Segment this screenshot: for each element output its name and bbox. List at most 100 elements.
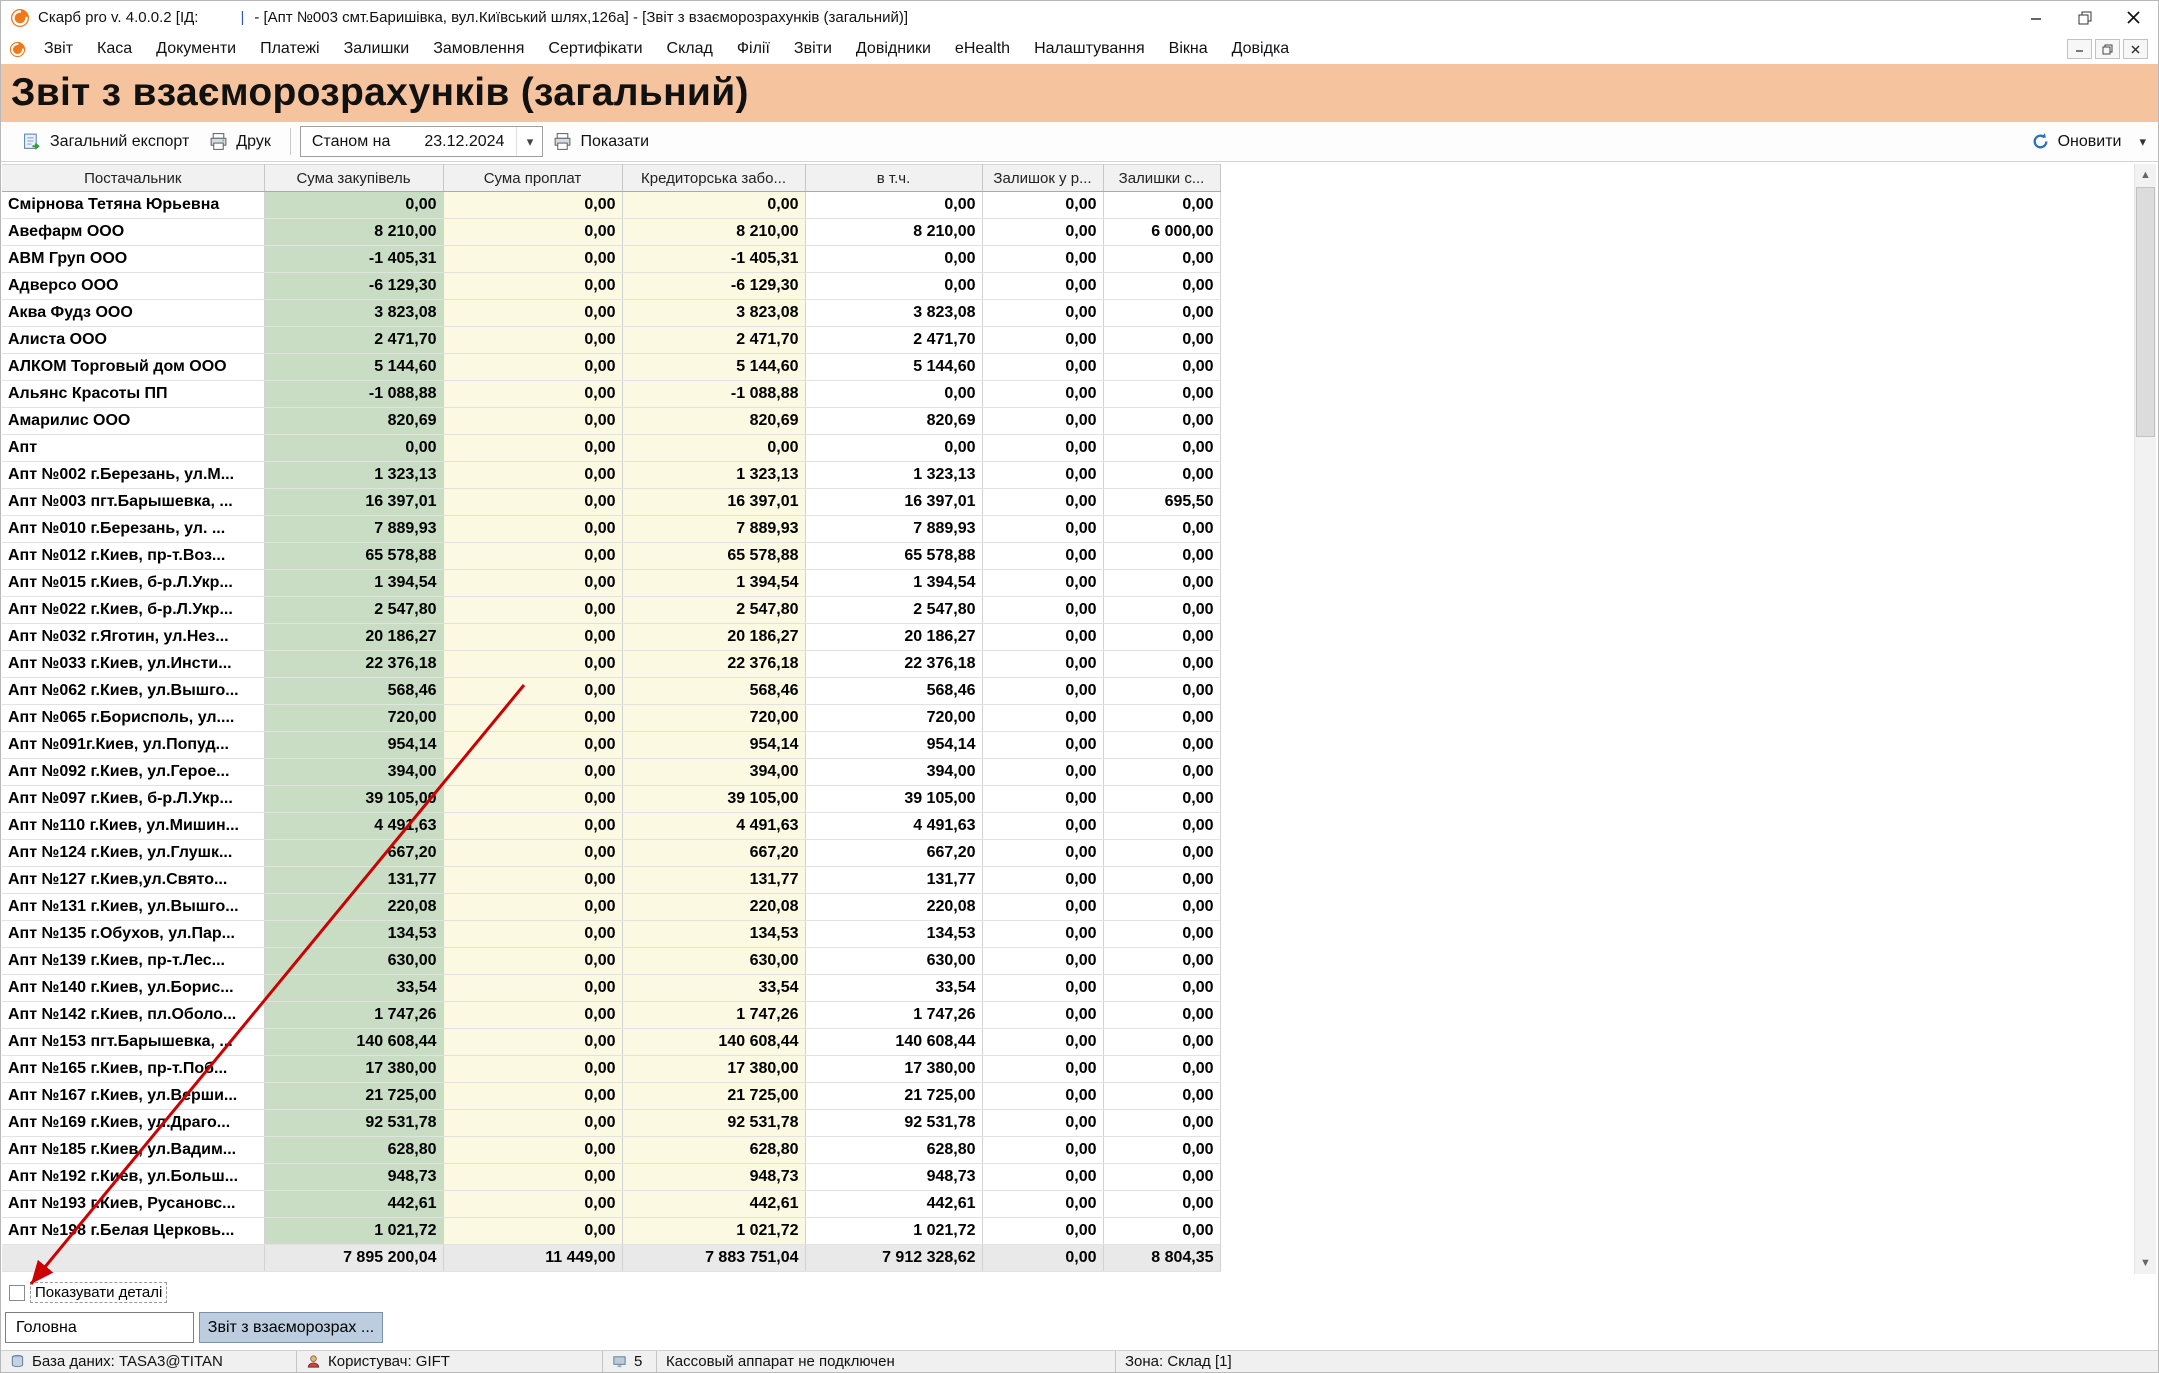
refresh-button[interactable]: Оновити xyxy=(2021,126,2132,157)
table-row[interactable]: Апт №127 г.Киев,ул.Свято... 131,77 0,00 … xyxy=(2,867,1220,894)
creditor-debt-cell: 394,00 xyxy=(622,759,805,786)
column-header-payment-sum[interactable]: Сума проплат xyxy=(443,165,622,192)
close-button[interactable] xyxy=(2109,1,2158,34)
print-button[interactable]: Друк xyxy=(199,126,281,157)
table-row[interactable]: Апт №065 г.Борисполь, ул.... 720,00 0,00… xyxy=(2,705,1220,732)
column-header-balance[interactable]: Залишок у р... xyxy=(982,165,1103,192)
table-row[interactable]: Апт №091г.Киев, ул.Попуд... 954,14 0,00 … xyxy=(2,732,1220,759)
table-row[interactable]: АЛКОМ Торговый дом ООО 5 144,60 0,00 5 1… xyxy=(2,354,1220,381)
menu-item[interactable]: Каса xyxy=(85,34,144,64)
supplier-cell: Смірнова Тетяна Юрьевна xyxy=(2,192,264,219)
balance-cell: 0,00 xyxy=(982,1083,1103,1110)
purchase-sum-cell: 1 747,26 xyxy=(264,1002,443,1029)
payment-sum-cell: 0,00 xyxy=(443,1029,622,1056)
asof-date-value[interactable]: 23.12.2024 xyxy=(412,133,516,151)
table-row[interactable]: Апт №165 г.Киев, пр-т.Поб... 17 380,00 0… xyxy=(2,1056,1220,1083)
creditor-debt-cell: 33,54 xyxy=(622,975,805,1002)
table-row[interactable]: Апт №185 г.Киев, ул.Вадим... 628,80 0,00… xyxy=(2,1137,1220,1164)
mdi-minimize-button[interactable] xyxy=(2067,39,2092,59)
creditor-debt-cell: 568,46 xyxy=(622,678,805,705)
table-row[interactable]: Апт №124 г.Киев, ул.Глушк... 667,20 0,00… xyxy=(2,840,1220,867)
table-row[interactable]: Апт №062 г.Киев, ул.Вышго... 568,46 0,00… xyxy=(2,678,1220,705)
general-export-button[interactable]: Загальний експорт xyxy=(13,126,199,157)
totals-balance: 0,00 xyxy=(982,1245,1103,1272)
table-row[interactable]: Апт №198 г.Белая Церковь... 1 021,72 0,0… xyxy=(2,1218,1220,1245)
table-row[interactable]: Апт №032 г.Яготин, ул.Нез... 20 186,27 0… xyxy=(2,624,1220,651)
column-header-creditor-debt[interactable]: Кредиторська забо... xyxy=(622,165,805,192)
purchase-sum-cell: 5 144,60 xyxy=(264,354,443,381)
column-header-including[interactable]: в т.ч. xyxy=(805,165,982,192)
table-row[interactable]: Апт №131 г.Киев, ул.Вышго... 220,08 0,00… xyxy=(2,894,1220,921)
tab-home-label: Головна xyxy=(16,1319,77,1337)
chevron-down-icon[interactable]: ▾ xyxy=(2139,134,2146,150)
menu-item[interactable]: Платежі xyxy=(248,34,332,64)
table-row[interactable]: Апт №153 пгт.Барышевка, ... 140 608,44 0… xyxy=(2,1029,1220,1056)
table-row[interactable]: Апт №135 г.Обухов, ул.Пар... 134,53 0,00… xyxy=(2,921,1220,948)
table-row[interactable]: Смірнова Тетяна Юрьевна 0,00 0,00 0,00 0… xyxy=(2,192,1220,219)
table-row[interactable]: Апт №110 г.Киев, ул.Мишин... 4 491,63 0,… xyxy=(2,813,1220,840)
table-row[interactable]: Альянс Красоты ПП -1 088,88 0,00 -1 088,… xyxy=(2,381,1220,408)
scroll-thumb[interactable] xyxy=(2136,187,2155,437)
menu-item[interactable]: Філії xyxy=(725,34,782,64)
column-header-purchase-sum[interactable]: Сума закупівель xyxy=(264,165,443,192)
table-row[interactable]: Апт №192 г.Киев, ул.Больш... 948,73 0,00… xyxy=(2,1164,1220,1191)
table-row[interactable]: Апт №140 г.Киев, ул.Борис... 33,54 0,00 … xyxy=(2,975,1220,1002)
menu-item[interactable]: Замовлення xyxy=(421,34,536,64)
table-row[interactable]: Апт №142 г.Киев, пл.Оболо... 1 747,26 0,… xyxy=(2,1002,1220,1029)
mdi-close-button[interactable] xyxy=(2123,39,2148,59)
balance-cell: 0,00 xyxy=(982,1164,1103,1191)
table-row[interactable]: Амарилис ООО 820,69 0,00 820,69 820,69 0… xyxy=(2,408,1220,435)
menu-item[interactable]: Вікна xyxy=(1157,34,1220,64)
show-button[interactable]: Показати xyxy=(543,126,659,157)
including-cell: 1 021,72 xyxy=(805,1218,982,1245)
table-row[interactable]: Апт №022 г.Киев, б-р.Л.Укр... 2 547,80 0… xyxy=(2,597,1220,624)
menu-item[interactable]: Залишки xyxy=(332,34,422,64)
menu-item[interactable]: eHealth xyxy=(943,34,1022,64)
balance-cell: 0,00 xyxy=(982,489,1103,516)
window-title-right: - [Апт №003 смт.Баришівка, вул.Київський… xyxy=(254,9,908,26)
table-row[interactable]: Апт №015 г.Киев, б-р.Л.Укр... 1 394,54 0… xyxy=(2,570,1220,597)
tab-home[interactable]: Головна xyxy=(5,1312,194,1343)
table-row[interactable]: Апт №002 г.Березань, ул.М... 1 323,13 0,… xyxy=(2,462,1220,489)
stock-balance-cell: 0,00 xyxy=(1103,678,1220,705)
minimize-button[interactable] xyxy=(2011,1,2060,34)
table-row[interactable]: Апт №092 г.Киев, ул.Герое... 394,00 0,00… xyxy=(2,759,1220,786)
menu-item[interactable]: Налаштування xyxy=(1022,34,1157,64)
menu-item[interactable]: Звіти xyxy=(782,34,844,64)
menu-item[interactable]: Склад xyxy=(655,34,725,64)
table-row[interactable]: Апт №012 г.Киев, пр-т.Воз... 65 578,88 0… xyxy=(2,543,1220,570)
menu-item[interactable]: Сертифікати xyxy=(536,34,654,64)
table-row[interactable]: АВМ Груп ООО -1 405,31 0,00 -1 405,31 0,… xyxy=(2,246,1220,273)
scroll-down-button[interactable]: ▼ xyxy=(2135,1252,2156,1274)
column-header-stock-balance[interactable]: Залишки с... xyxy=(1103,165,1220,192)
payment-sum-cell: 0,00 xyxy=(443,1137,622,1164)
tab-report-active[interactable]: Звіт з взаєморозрах ... xyxy=(199,1312,383,1343)
table-row[interactable]: Апт №097 г.Киев, б-р.Л.Укр... 39 105,00 … xyxy=(2,786,1220,813)
vertical-scrollbar[interactable]: ▲ ▼ xyxy=(2134,164,2156,1274)
table-row[interactable]: Апт №139 г.Киев, пр-т.Лес... 630,00 0,00… xyxy=(2,948,1220,975)
table-row[interactable]: Апт №169 г.Киев, ул.Драго... 92 531,78 0… xyxy=(2,1110,1220,1137)
column-header-supplier[interactable]: Постачальник xyxy=(2,165,264,192)
table-row[interactable]: Апт 0,00 0,00 0,00 0,00 0,00 0,00 xyxy=(2,435,1220,462)
menu-item[interactable]: Довідники xyxy=(844,34,943,64)
table-row[interactable]: Апт №010 г.Березань, ул. ... 7 889,93 0,… xyxy=(2,516,1220,543)
menu-item[interactable]: Довідка xyxy=(1220,34,1302,64)
table-row[interactable]: Апт №033 г.Киев, ул.Инсти... 22 376,18 0… xyxy=(2,651,1220,678)
table-row[interactable]: Апт №003 пгт.Барышевка, ... 16 397,01 0,… xyxy=(2,489,1220,516)
restore-button[interactable] xyxy=(2060,1,2109,34)
scroll-up-button[interactable]: ▲ xyxy=(2135,164,2156,186)
stock-balance-cell: 0,00 xyxy=(1103,1056,1220,1083)
table-row[interactable]: Авефарм ООО 8 210,00 0,00 8 210,00 8 210… xyxy=(2,219,1220,246)
mdi-restore-button[interactable] xyxy=(2095,39,2120,59)
show-details-label[interactable]: Показувати деталі xyxy=(30,1282,167,1303)
stock-balance-cell: 0,00 xyxy=(1103,1029,1220,1056)
menu-item[interactable]: Звіт xyxy=(32,34,85,64)
table-row[interactable]: Адверсо ООО -6 129,30 0,00 -6 129,30 0,0… xyxy=(2,273,1220,300)
menu-item[interactable]: Документи xyxy=(144,34,248,64)
table-row[interactable]: Аква Фудз ООО 3 823,08 0,00 3 823,08 3 8… xyxy=(2,300,1220,327)
table-row[interactable]: Апт №193 г.Киев, Русановс... 442,61 0,00… xyxy=(2,1191,1220,1218)
show-details-checkbox[interactable] xyxy=(9,1285,25,1301)
table-row[interactable]: Алиста ООО 2 471,70 0,00 2 471,70 2 471,… xyxy=(2,327,1220,354)
table-row[interactable]: Апт №167 г.Киев, ул.Верши... 21 725,00 0… xyxy=(2,1083,1220,1110)
date-dropdown-button[interactable]: ▾ xyxy=(516,127,542,156)
